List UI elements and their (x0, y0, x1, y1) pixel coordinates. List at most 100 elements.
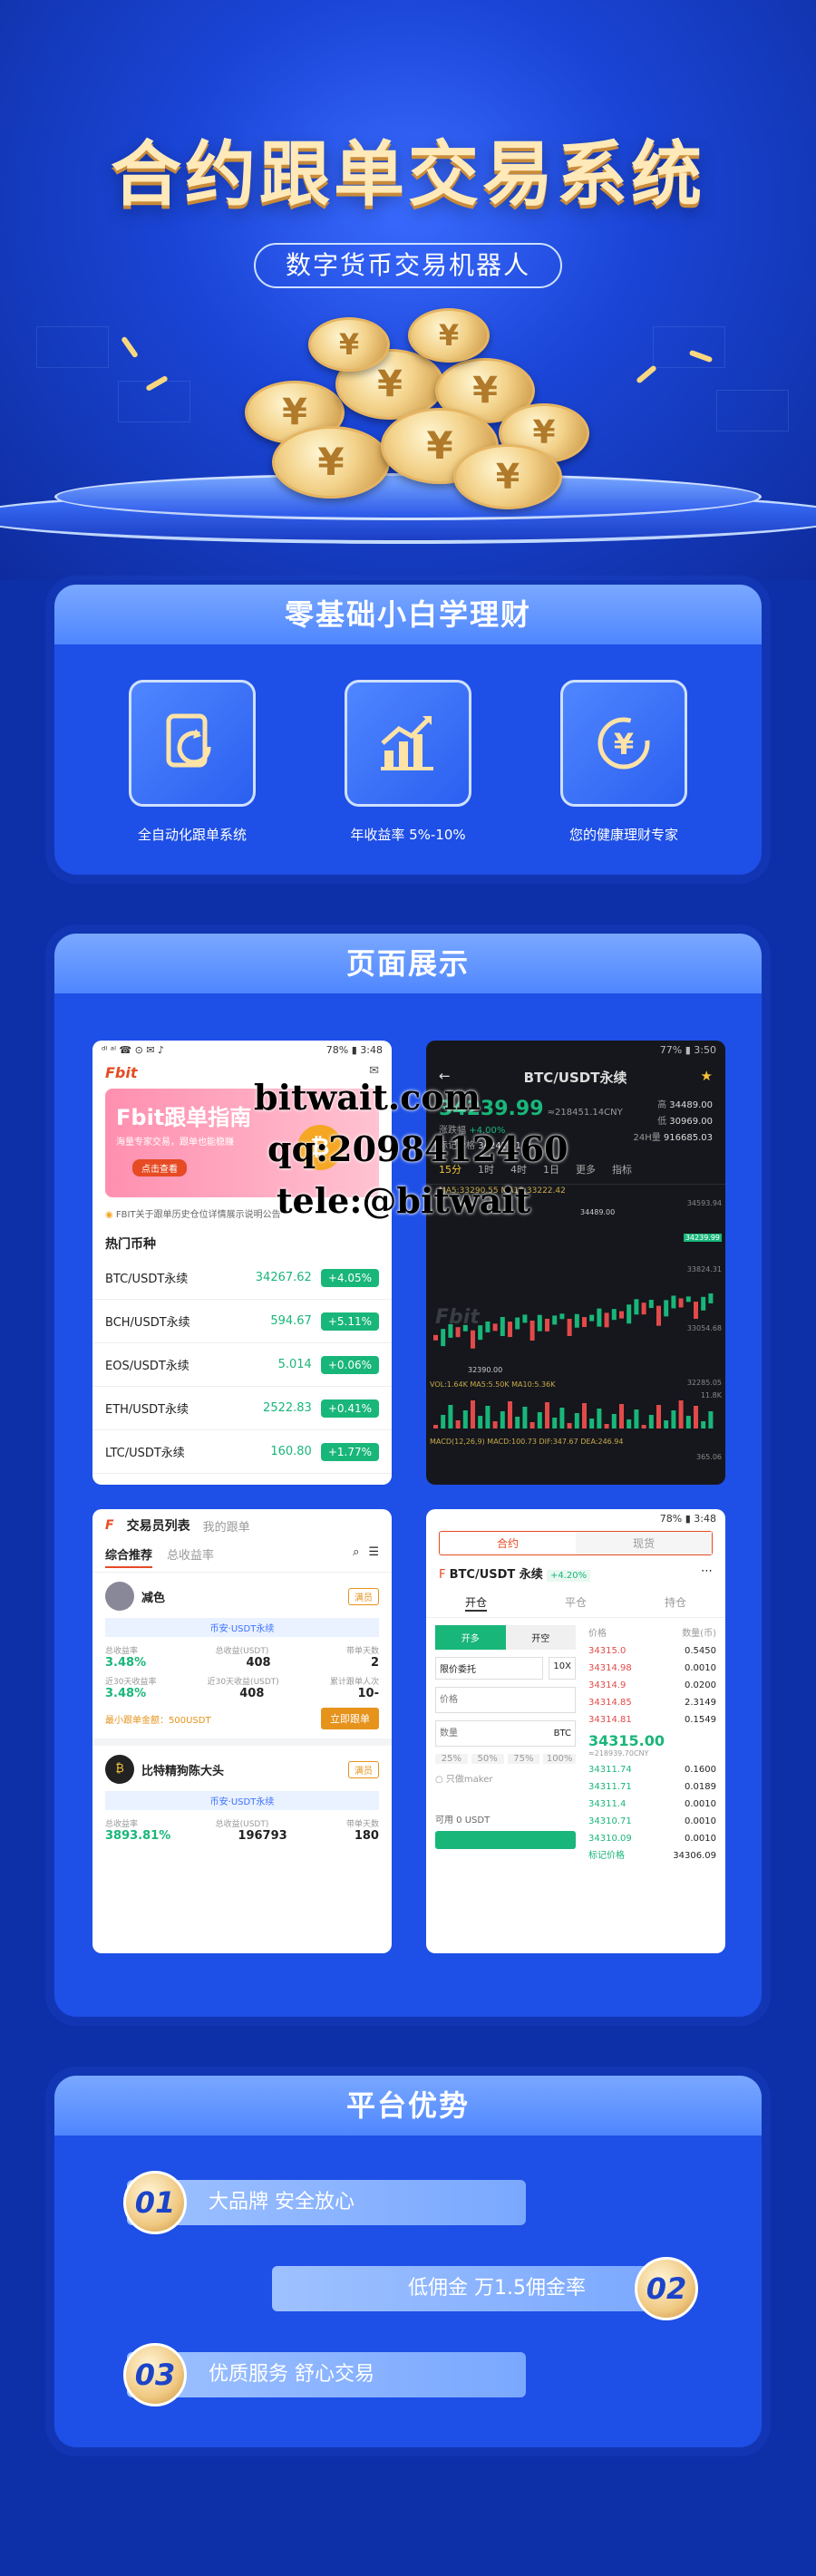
tab-open[interactable]: 开仓 (464, 1594, 487, 1612)
search-icon[interactable]: ⌕ (353, 1545, 359, 1568)
tab-contract[interactable]: 合约 (440, 1532, 576, 1554)
document-refresh-icon (129, 680, 256, 807)
order-price: 34314.9 (588, 1680, 627, 1690)
hero-stage (0, 473, 816, 553)
follow-button[interactable]: 立即跟单 (321, 1708, 379, 1729)
tab-my-follow[interactable]: 我的跟单 (203, 1517, 250, 1535)
maker-checkbox[interactable]: ○ 只做maker (435, 1771, 576, 1785)
section-title: 页面展示 (54, 934, 762, 993)
feature-annual-return: 年收益率 5%-10% (345, 680, 471, 843)
volume-bar (604, 1424, 609, 1428)
list-icon[interactable]: ☰ (368, 1545, 379, 1568)
pct-50-button[interactable]: 50% (471, 1754, 504, 1764)
filter-total-return[interactable]: 总收益率 (167, 1545, 214, 1568)
volume-bar (694, 1406, 698, 1428)
candle (627, 1304, 632, 1324)
yen-cycle-icon: ¥ (560, 680, 687, 807)
tab-trader-list[interactable]: 交易员列表 (127, 1516, 190, 1535)
candle (634, 1299, 639, 1315)
pair-title: BTC/USDT永续 (523, 1070, 627, 1086)
order-book-row[interactable]: 34311.74 0.1600 (588, 1761, 716, 1778)
quantity-input[interactable] (436, 1721, 550, 1746)
volume-bar (627, 1419, 632, 1428)
phone-screenshot-traders: F 交易员列表 我的跟单 综合推荐 总收益率 ⌕ ☰ 减色 满员 币安·USDT永续… (92, 1509, 392, 1953)
kline-chart[interactable]: 34593.94 34239.99 33824.31 33054.68 3228… (426, 1197, 725, 1469)
tab-spot[interactable]: 现货 (576, 1532, 712, 1554)
order-book-row[interactable]: 34314.81 0.1549 (588, 1711, 716, 1729)
market-row[interactable]: LTC/USDT永续 160.80 +1.77% (92, 1430, 392, 1474)
banner-button[interactable]: 点击查看 (132, 1159, 187, 1177)
open-long-button[interactable]: 开多 (435, 1625, 506, 1650)
candle (656, 1305, 661, 1326)
open-short-button[interactable]: 开空 (505, 1625, 576, 1650)
tab-position[interactable]: 持仓 (665, 1594, 686, 1612)
section-page-showcase: 页面展示 ᵈˡ ᵃˡ ☎ ⊙ ✉ ♪ 78% ▮ 3:48 Fbit ✉ Fbit… (54, 934, 762, 2017)
volume-bar (559, 1408, 565, 1428)
order-book-row[interactable]: 标记价格 34306.09 (588, 1847, 716, 1864)
candle (611, 1309, 617, 1321)
candle (671, 1295, 676, 1309)
leverage-select[interactable]: 10X (549, 1657, 576, 1680)
market-row[interactable]: EOS/USDT永续 5.014 +0.06% (92, 1343, 392, 1387)
fbit-logo-icon: F (105, 1518, 114, 1533)
pct-25-button[interactable]: 25% (435, 1754, 468, 1764)
pct-100-button[interactable]: 100% (543, 1754, 576, 1764)
section-zero-basis: 零基础小白学理财 全自动化跟单系统 年收益率 5%-10% ¥ 您的健康理财专家 (54, 585, 762, 875)
candle (664, 1300, 669, 1317)
tab-indicator[interactable]: 指标 (612, 1162, 632, 1177)
order-book-row[interactable]: 34314.9 0.0200 (588, 1677, 716, 1694)
more-icon[interactable]: ⋯ (701, 1564, 713, 1582)
avatar (105, 1582, 134, 1611)
order-qty: 0.0010 (685, 1799, 716, 1809)
order-book-row[interactable]: 34311.71 0.0189 (588, 1778, 716, 1796)
hero-title: 合约跟单交易系统 (110, 134, 705, 216)
hero-subtitle: 数字货币交易机器人 (254, 243, 562, 288)
volume-bar (537, 1412, 542, 1428)
price-input[interactable] (435, 1687, 576, 1713)
volume-bar (701, 1421, 706, 1428)
watermark-text: qq:2098412460 (267, 1128, 568, 1169)
candle (537, 1314, 542, 1332)
volume-bar (478, 1416, 483, 1428)
order-book-row[interactable]: 34310.09 0.0010 (588, 1830, 716, 1847)
market-row[interactable]: ETH/USDT永续 2522.83 +0.41% (92, 1387, 392, 1430)
market-row[interactable]: BCH/USDT永续 594.67 +5.11% (92, 1300, 392, 1343)
tab-close[interactable]: 平仓 (565, 1594, 587, 1612)
hex-pattern (36, 326, 109, 368)
app-logo: Fbit (105, 1064, 138, 1081)
candle (485, 1321, 491, 1332)
volume-bar (641, 1425, 646, 1428)
volume-bar (485, 1406, 491, 1428)
order-book-row[interactable]: 34315.0 0.5450 (588, 1642, 716, 1660)
tab-more[interactable]: 更多 (576, 1162, 596, 1177)
filter-recommend[interactable]: 综合推荐 (105, 1545, 153, 1568)
volume-bar (448, 1405, 453, 1428)
candle (589, 1314, 595, 1322)
coin-icon: ¥ (308, 317, 390, 372)
star-icon[interactable]: ★ (701, 1068, 713, 1087)
pct-75-button[interactable]: 75% (507, 1754, 540, 1764)
number-badge: 01 (123, 2171, 187, 2234)
volume-bar (582, 1403, 587, 1428)
coin-icon: ¥ (408, 308, 490, 363)
order-qty: 0.0189 (685, 1782, 716, 1792)
coin-icon: ¥ (272, 426, 390, 499)
order-type-select[interactable]: 限价委托 (435, 1657, 544, 1680)
order-book-row[interactable]: 34314.85 2.3149 (588, 1694, 716, 1711)
volume-bar (545, 1402, 549, 1428)
volume-bar (708, 1411, 714, 1428)
submit-button[interactable] (435, 1831, 576, 1849)
volume-bar (597, 1409, 602, 1428)
order-qty: 34306.09 (673, 1851, 716, 1861)
volume-bar (522, 1407, 528, 1428)
trader-card[interactable]: ₿ 比特精狗陈大头 满员 币安·USDT永续 总收益率 总收益(USDT) 带单天数 … (92, 1746, 392, 1852)
market-row[interactable]: BTC/USDT永续 34267.62 +4.05% (92, 1256, 392, 1300)
section-title: 零基础小白学理财 (54, 585, 762, 644)
order-book-row[interactable]: 34314.98 0.0010 (588, 1660, 716, 1677)
candle (648, 1300, 654, 1309)
order-book-row[interactable]: 34311.4 0.0010 (588, 1796, 716, 1813)
hex-pattern (653, 326, 725, 368)
volume-bar (462, 1410, 468, 1428)
trader-card[interactable]: 减色 满员 币安·USDT永续 总收益率 总收益(USDT) 带单天数 3.48% 4… (92, 1573, 392, 1746)
order-book-row[interactable]: 34310.71 0.0010 (588, 1813, 716, 1830)
